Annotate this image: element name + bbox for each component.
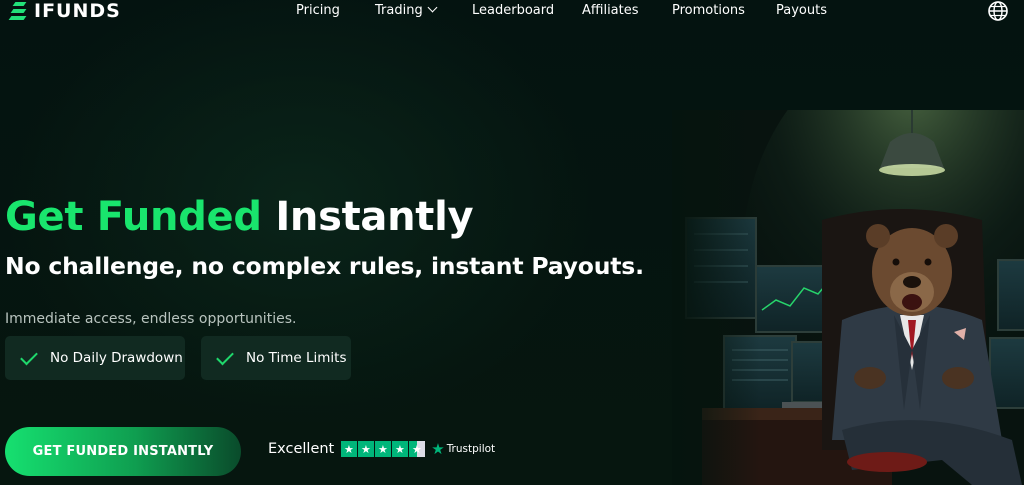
trustpilot-logo: ★ Trustpilot — [431, 440, 495, 458]
feature-label: No Time Limits — [246, 350, 347, 366]
feature-label: No Daily Drawdown — [50, 350, 183, 366]
trustpilot-star-icon: ★ — [431, 440, 445, 458]
hero-tagline: Immediate access, endless opportunities. — [5, 311, 297, 327]
chevron-down-icon — [427, 2, 438, 13]
nav-link-leaderboard[interactable]: Leaderboard — [472, 3, 554, 18]
logo-icon — [8, 0, 32, 22]
hero-title-accent: Get Funded — [5, 194, 262, 240]
star-icon: ★ — [375, 441, 391, 457]
globe-icon[interactable] — [987, 0, 1009, 22]
star-icon: ★ — [341, 441, 357, 457]
trustpilot-stars: ★ ★ ★ ★ ★ — [341, 441, 426, 457]
bear-trader-illustration — [672, 110, 1024, 485]
nav-link-trading[interactable]: Trading — [375, 2, 438, 18]
top-nav: IFUNDS Pricing Trading Leaderboard Affil… — [0, 0, 1024, 24]
star-icon: ★ — [392, 441, 408, 457]
feature-chip-no-time-limits: No Time Limits — [201, 336, 351, 380]
brand-name: IFUNDS — [34, 0, 121, 22]
star-icon: ★ — [358, 441, 374, 457]
nav-link-trading-label: Trading — [375, 3, 423, 18]
trustpilot-rating-text: Excellent — [268, 441, 335, 457]
check-icon — [20, 347, 38, 365]
hero-title-rest: Instantly — [275, 194, 474, 240]
get-funded-button[interactable]: GET FUNDED INSTANTLY — [5, 427, 241, 476]
brand-logo[interactable]: IFUNDS — [8, 0, 121, 22]
hero-title: Get Funded Instantly — [5, 194, 474, 240]
page: IFUNDS Pricing Trading Leaderboard Affil… — [0, 0, 1024, 485]
nav-link-promotions[interactable]: Promotions — [672, 3, 745, 18]
feature-chip-no-daily-drawdown: No Daily Drawdown — [5, 336, 185, 380]
check-icon — [216, 347, 234, 365]
half-star-icon: ★ — [409, 441, 425, 457]
hero-subtitle: No challenge, no complex rules, instant … — [5, 252, 644, 280]
trustpilot-rating[interactable]: Excellent ★ ★ ★ ★ ★ ★ Trustpilot — [268, 440, 495, 458]
nav-link-payouts[interactable]: Payouts — [776, 3, 827, 18]
trustpilot-brand: Trustpilot — [446, 443, 496, 455]
nav-link-pricing[interactable]: Pricing — [296, 3, 340, 18]
nav-link-affiliates[interactable]: Affiliates — [582, 3, 639, 18]
